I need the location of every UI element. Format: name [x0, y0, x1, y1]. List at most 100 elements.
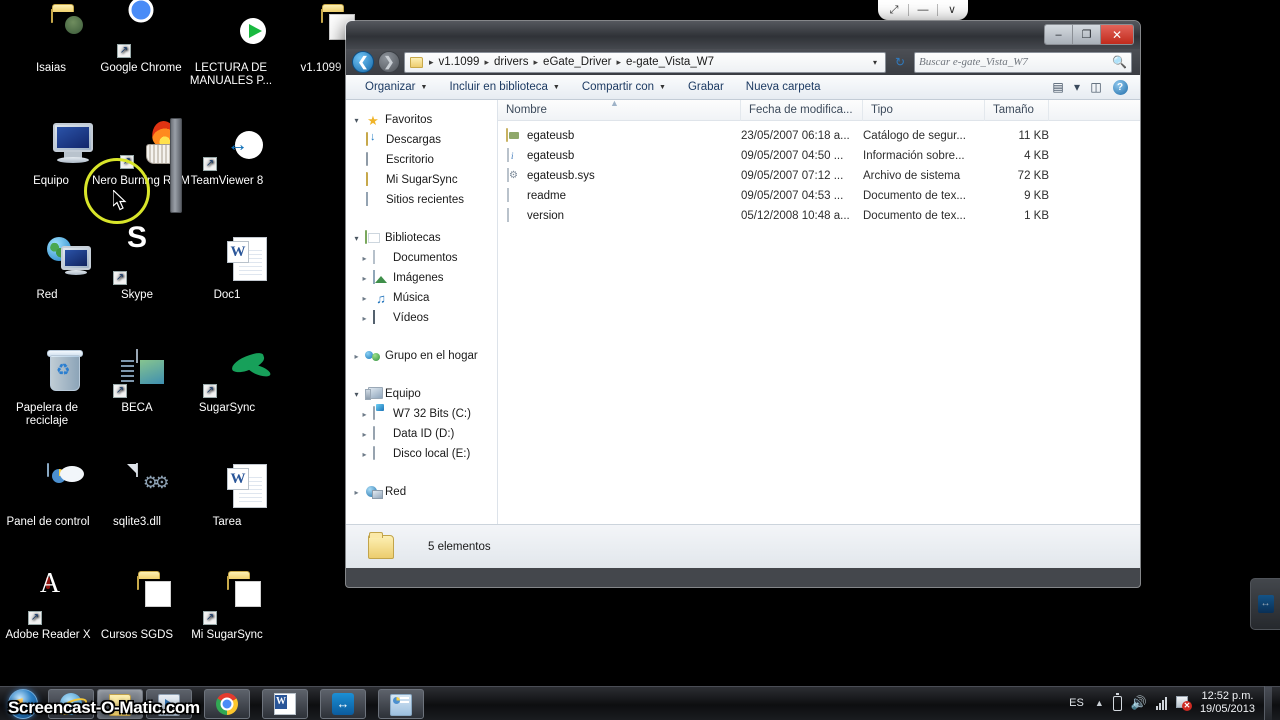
twisty-collapsed-icon[interactable]: ▸	[360, 450, 369, 459]
breadcrumb-item-4[interactable]: e-gate_Vista_W7	[624, 56, 716, 68]
minimize-button[interactable]: –	[1045, 25, 1073, 44]
title-bar[interactable]: – ❐ ✕	[346, 21, 1140, 49]
sidebar-item-grupo-en-el-hogar[interactable]: ▸ Grupo en el hogar	[346, 346, 497, 366]
desktop-icon-tarea[interactable]: W Tarea	[182, 464, 272, 529]
recorder-fullscreen-icon[interactable]: ⤢	[880, 1, 908, 19]
desktop-icon-red[interactable]: Red	[2, 237, 92, 302]
taskbar[interactable]: ES ▲ 🔊 ✕ 12:52 p.m. 19/05/2013 Screencas…	[0, 686, 1280, 720]
desktop-icon-teamviewer-8[interactable]: TeamViewer 8	[182, 123, 272, 188]
desktop-icon-isaias[interactable]: Isaias	[6, 9, 96, 75]
desktop-icon-sugarsync[interactable]: SugarSync	[182, 350, 272, 415]
twisty-expanded-icon[interactable]: ▾	[352, 234, 361, 243]
refresh-icon[interactable]: ↻	[890, 52, 910, 73]
twisty-collapsed-icon[interactable]: ▸	[360, 410, 369, 419]
sidebar-item-sitios-recientes[interactable]: Sitios recientes	[346, 190, 497, 210]
file-name-cell[interactable]: egateusb	[498, 127, 741, 144]
desktop-icon-panel-de-control[interactable]: Panel de control	[0, 463, 96, 529]
close-button[interactable]: ✕	[1101, 25, 1133, 44]
chevron-down-icon[interactable]: ▾	[868, 58, 882, 67]
battery-icon[interactable]	[1112, 692, 1122, 711]
sidebar-item-documentos[interactable]: ▸ Documentos	[346, 248, 497, 268]
view-chevron-down-icon[interactable]: ▾	[1070, 77, 1084, 97]
twisty-collapsed-icon[interactable]: ▸	[360, 254, 369, 263]
desktop-icon-cursos-sgds[interactable]: Cursos SGDS	[92, 576, 182, 642]
nav-group-bibliotecas[interactable]: ▾ Bibliotecas	[346, 228, 497, 248]
table-row[interactable]: version 05/12/2008 10:48 a... Documento …	[498, 206, 1140, 226]
twisty-collapsed-icon[interactable]: ▸	[352, 352, 361, 361]
desktop-icon-papelera-de-reciclaje[interactable]: Papelera de reciclaje	[2, 350, 92, 428]
breadcrumb-item-1[interactable]: v1.1099	[437, 56, 482, 68]
column-headers[interactable]: Nombre Fecha de modifica... Tipo Tamaño …	[498, 98, 1140, 121]
desktop-icon-doc1[interactable]: W Doc1	[182, 237, 272, 302]
maximize-button[interactable]: ❐	[1073, 25, 1101, 44]
command-toolbar[interactable]: Organizar ▼ Incluir en biblioteca ▼ Comp…	[346, 75, 1140, 100]
sidebar-item-data-id-d[interactable]: ▸ Data ID (D:)	[346, 424, 497, 444]
volume-icon[interactable]: 🔊	[1131, 695, 1147, 711]
clock[interactable]: 12:52 p.m. 19/05/2013	[1200, 690, 1255, 716]
column-header-tipo[interactable]: Tipo	[863, 99, 985, 121]
toolbar-compartir-con-button[interactable]: Compartir con ▼	[571, 81, 677, 93]
show-hidden-icons-icon[interactable]: ▲	[1095, 698, 1104, 708]
recorder-minimize-icon[interactable]: —	[909, 1, 937, 19]
file-name-cell[interactable]: egateusb	[498, 147, 741, 164]
column-header-nombre[interactable]: Nombre	[498, 99, 741, 121]
toolbar-organizar-button[interactable]: Organizar ▼	[354, 81, 438, 93]
file-name-cell[interactable]: readme	[498, 187, 741, 204]
forward-button[interactable]: ❯	[378, 51, 400, 73]
preview-pane-icon[interactable]: ◫	[1084, 77, 1108, 97]
desktop-scrollbar[interactable]	[170, 118, 182, 213]
windows-explorer-window[interactable]: – ❐ ✕ ❮ ❯ ▸ v1.1099 ▸ drivers ▸ eGate_Dr…	[345, 20, 1141, 588]
twisty-collapsed-icon[interactable]: ▸	[360, 314, 369, 323]
sidebar-item-mi-sugarsync[interactable]: Mi SugarSync	[346, 170, 497, 190]
sidebar-item-musica[interactable]: ▸ Música	[346, 288, 497, 308]
column-header-tamano[interactable]: Tamaño	[985, 99, 1049, 121]
desktop-icon-adobe-reader-x[interactable]: Adobe Reader X	[0, 577, 96, 642]
twisty-expanded-icon[interactable]: ▾	[352, 116, 361, 125]
desktop-icon-skype[interactable]: Skype	[92, 237, 182, 302]
help-icon[interactable]: ?	[1108, 77, 1132, 97]
window-controls[interactable]: – ❐ ✕	[1044, 24, 1134, 45]
view-list-icon[interactable]: ▤	[1046, 77, 1070, 97]
twisty-expanded-icon[interactable]: ▾	[352, 390, 361, 399]
column-header-fecha[interactable]: Fecha de modifica...	[741, 99, 863, 121]
search-input[interactable]: Buscar e-gate_Vista_W7 🔍	[914, 51, 1132, 73]
breadcrumb-address-bar[interactable]: ▸ v1.1099 ▸ drivers ▸ eGate_Driver ▸ e-g…	[404, 51, 886, 73]
toolbar-incluir-en-biblioteca-button[interactable]: Incluir en biblioteca ▼	[438, 81, 570, 93]
desktop-icon-mi-sugarsync[interactable]: Mi SugarSync	[182, 576, 272, 642]
twisty-collapsed-icon[interactable]: ▸	[360, 430, 369, 439]
navigation-pane[interactable]: ▾ Favoritos Descargas Escritorio Mi Suga…	[346, 100, 498, 524]
back-button[interactable]: ❮	[352, 51, 374, 73]
start-button[interactable]	[1, 688, 45, 720]
show-desktop-button[interactable]	[1264, 686, 1272, 720]
system-tray[interactable]: ES ▲ 🔊 ✕ 12:52 p.m. 19/05/2013	[1069, 686, 1280, 720]
sidebar-item-red[interactable]: ▸ Red	[346, 482, 497, 502]
toolbar-grabar-button[interactable]: Grabar	[677, 81, 735, 93]
twisty-collapsed-icon[interactable]: ▸	[360, 274, 369, 283]
file-rows[interactable]: egateusb 23/05/2007 06:18 a... Catálogo …	[498, 121, 1140, 524]
file-list-pane[interactable]: Nombre Fecha de modifica... Tipo Tamaño …	[498, 98, 1140, 524]
desktop-icon-google-chrome[interactable]: Google Chrome	[96, 10, 186, 75]
file-name-cell[interactable]: egateusb.sys	[498, 167, 741, 184]
sidebar-item-disco-local-e[interactable]: ▸ Disco local (E:)	[346, 444, 497, 464]
sidebar-item-videos[interactable]: ▸ Vídeos	[346, 308, 497, 328]
taskbar-button-windows-media-player[interactable]	[146, 688, 192, 719]
table-row[interactable]: egateusb 09/05/2007 04:50 ... Informació…	[498, 146, 1140, 166]
recorder-collapse-icon[interactable]: ∨	[938, 1, 966, 19]
toolbar-nueva-carpeta-button[interactable]: Nueva carpeta	[735, 81, 832, 93]
nav-group-favoritos[interactable]: ▾ Favoritos	[346, 110, 497, 130]
taskbar-button-internet-explorer[interactable]	[48, 688, 94, 719]
sidebar-item-imagenes[interactable]: ▸ Imágenes	[346, 268, 497, 288]
address-bar-row[interactable]: ❮ ❯ ▸ v1.1099 ▸ drivers ▸ eGate_Driver ▸…	[346, 49, 1140, 75]
taskbar-button-windows-explorer[interactable]	[97, 688, 143, 719]
desktop-icon-lectura-manuales[interactable]: LECTURA DE MANUALES P...	[182, 10, 280, 88]
table-row[interactable]: egateusb.sys 09/05/2007 07:12 ... Archiv…	[498, 166, 1140, 186]
sidebar-item-descargas[interactable]: Descargas	[346, 130, 497, 150]
sidebar-item-w7-32-bits-c[interactable]: ▸ W7 32 Bits (C:)	[346, 404, 497, 424]
language-indicator[interactable]: ES	[1069, 697, 1086, 709]
twisty-collapsed-icon[interactable]: ▸	[352, 488, 361, 497]
screen-recorder-controls[interactable]: ⤢ — ∨	[878, 0, 968, 20]
column-header-blank[interactable]	[1049, 100, 1109, 121]
taskbar-button-google-chrome[interactable]	[204, 688, 250, 719]
file-name-cell[interactable]: version	[498, 207, 741, 224]
nav-group-equipo[interactable]: ▾ Equipo	[346, 384, 497, 404]
